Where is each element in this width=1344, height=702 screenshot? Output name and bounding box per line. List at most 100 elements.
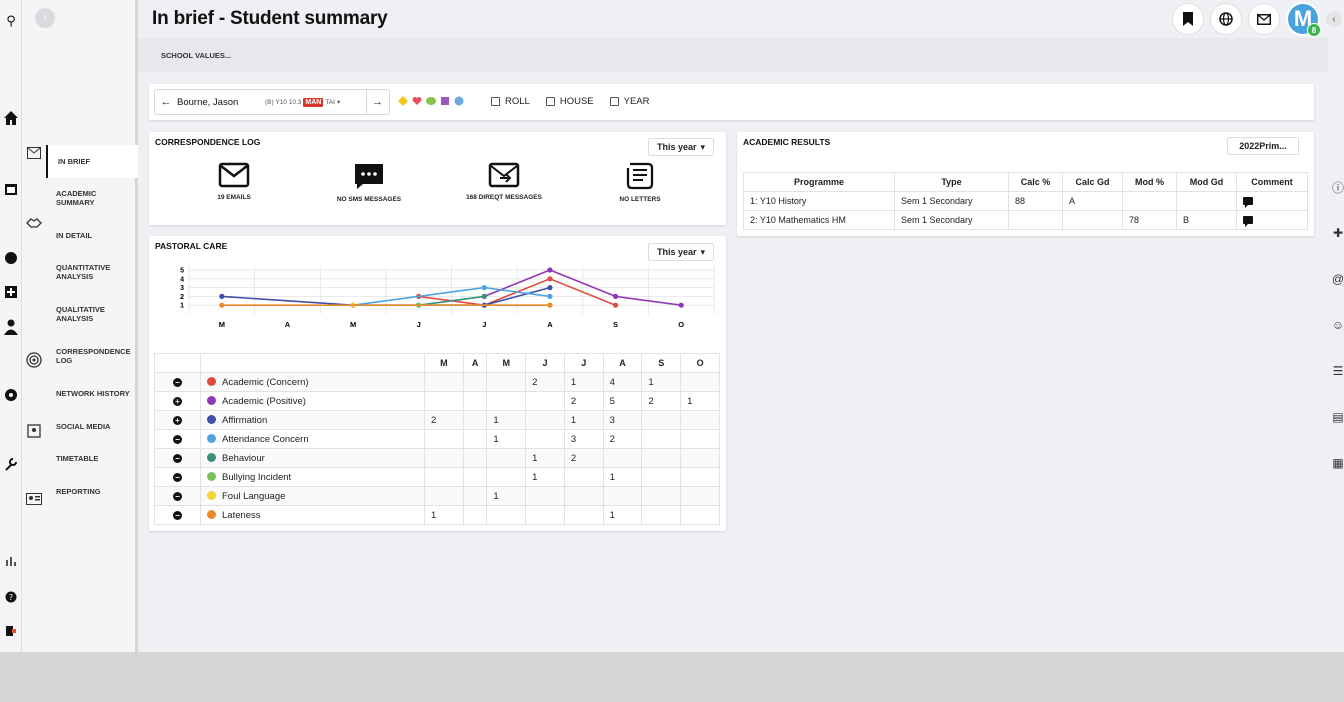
nav-item-quantitative-analysis[interactable]: QUANTITATIVE ANALYSIS: [56, 263, 136, 281]
year-checkbox[interactable]: YEAR: [609, 96, 650, 107]
category-name: Attendance Concern: [222, 433, 309, 445]
info-icon[interactable]: ⓘ: [1330, 179, 1344, 195]
news-icon[interactable]: ▦: [1330, 455, 1344, 471]
data-point[interactable]: [547, 276, 553, 282]
table-row[interactable]: 2: Y10 Mathematics HM Sem 1 Secondary 78…: [743, 210, 1308, 230]
period-dropdown[interactable]: This year ▾: [648, 243, 715, 261]
home-icon[interactable]: [2, 109, 20, 127]
student-info: (B) Y10 10.3 MAN TAI ▾: [265, 97, 341, 107]
expand-icon[interactable]: +: [173, 415, 182, 425]
help-icon[interactable]: ?: [2, 588, 20, 606]
table-row[interactable]: − Behaviour 1 2: [154, 448, 720, 468]
table-row[interactable]: − Lateness 1 1: [154, 505, 720, 525]
collapse-icon[interactable]: −: [173, 434, 182, 444]
house-checkbox[interactable]: HOUSE: [545, 96, 594, 107]
collapse-sidebar-button[interactable]: ›: [35, 8, 55, 28]
exit-icon[interactable]: [2, 622, 20, 640]
chart-icon[interactable]: [2, 552, 20, 570]
data-point[interactable]: [219, 302, 225, 308]
collapse-icon[interactable]: −: [173, 472, 182, 482]
medical-icon[interactable]: [2, 283, 20, 301]
month-count-cell: [462, 410, 488, 430]
mail-button[interactable]: [1248, 3, 1280, 35]
contact-icon[interactable]: ☺: [1330, 317, 1344, 333]
id-card-icon[interactable]: [24, 489, 44, 509]
search-icon[interactable]: ⚲: [2, 12, 20, 30]
data-point[interactable]: [612, 302, 619, 308]
checkbox-box[interactable]: [609, 97, 619, 106]
document-icon[interactable]: ▤: [1330, 409, 1344, 425]
nav-item-network-history[interactable]: NETWORK HISTORY: [56, 389, 136, 398]
table-row[interactable]: − Academic (Concern) 2 1 4 1: [154, 372, 720, 392]
comment-icon[interactable]: [1243, 216, 1253, 227]
sms-summary[interactable]: NO SMS MESSAGES: [309, 162, 429, 203]
period-dropdown[interactable]: This year ▾: [648, 138, 715, 156]
collapse-icon[interactable]: −: [173, 510, 182, 520]
nav-item-social-media[interactable]: SOCIAL MEDIA: [56, 422, 136, 431]
nav-item-reporting[interactable]: REPORTING: [56, 487, 136, 496]
map-icon[interactable]: [24, 421, 44, 441]
letters-summary[interactable]: NO LETTERS: [580, 162, 700, 203]
wrench-icon[interactable]: [2, 455, 20, 473]
globe-button[interactable]: [1210, 3, 1242, 35]
data-point[interactable]: [481, 285, 487, 291]
inbox-icon[interactable]: [24, 143, 44, 163]
collapse-icon[interactable]: −: [173, 377, 182, 387]
nav-item-in-detail[interactable]: IN DETAIL: [56, 231, 136, 240]
academic-year-button[interactable]: 2022Prim...: [1227, 137, 1299, 155]
data-point[interactable]: [547, 302, 553, 308]
data-point[interactable]: [612, 293, 619, 299]
month-count-cell: [462, 467, 488, 487]
direqt-summary[interactable]: 168 DIREQT MESSAGES: [444, 162, 564, 201]
collapse-icon[interactable]: −: [173, 453, 182, 463]
table-row[interactable]: − Foul Language 1: [154, 486, 720, 506]
school-values-link[interactable]: SCHOOL VALUES...: [161, 51, 231, 60]
student-picker[interactable]: ← Bourne, Jason (B) Y10 10.3 MAN TAI ▾: [154, 89, 390, 115]
list-icon[interactable]: ☰: [1330, 363, 1344, 379]
collapse-icon[interactable]: −: [173, 491, 182, 501]
bookmark-button[interactable]: [1172, 3, 1204, 35]
calendar-icon[interactable]: [2, 180, 20, 198]
nav-item-correspondence-log[interactable]: CORRESPONDENCE LOG: [56, 347, 136, 365]
person-icon[interactable]: [2, 318, 20, 336]
expand-icon[interactable]: +: [173, 396, 182, 406]
add-icon[interactable]: ✚: [1330, 225, 1344, 241]
handshake-icon[interactable]: [24, 213, 44, 233]
previous-student-arrow-icon[interactable]: ←: [155, 96, 177, 108]
data-point[interactable]: [547, 267, 553, 273]
gift-icon[interactable]: [2, 248, 20, 266]
checkbox-box[interactable]: [545, 97, 555, 106]
collapse-right-panel-button[interactable]: ‹: [1326, 11, 1342, 27]
user-avatar[interactable]: M 8: [1286, 2, 1321, 37]
y-tick-label: 2: [180, 294, 184, 301]
comment-icon[interactable]: [1243, 197, 1253, 208]
table-row[interactable]: + Academic (Positive) 2 5 2 1: [154, 391, 720, 411]
nav-item-timetable[interactable]: TIMETABLE: [56, 454, 136, 463]
table-row[interactable]: 1: Y10 History Sem 1 Secondary 88 A: [743, 191, 1308, 211]
nav-item-academic-summary[interactable]: ACADEMIC SUMMARY: [56, 189, 136, 207]
data-point[interactable]: [547, 293, 553, 299]
table-row[interactable]: + Affirmation 2 1 1 3: [154, 410, 720, 430]
chevron-down-icon: ▾: [336, 99, 341, 106]
data-point[interactable]: [219, 293, 225, 299]
next-student-arrow-icon[interactable]: →: [366, 89, 388, 115]
toggle-cell: −: [154, 448, 201, 468]
month-count-cell: [462, 372, 488, 392]
academic-results-card: ACADEMIC RESULTS 2022Prim... Programme T…: [737, 132, 1314, 236]
target-icon[interactable]: [24, 350, 44, 370]
globe-icon[interactable]: [2, 386, 20, 404]
month-count-cell: [525, 410, 565, 430]
nav-item-in-brief[interactable]: IN BRIEF: [46, 145, 138, 178]
data-point[interactable]: [547, 285, 553, 291]
at-icon[interactable]: @: [1330, 271, 1344, 287]
nav-item-qualitative-analysis[interactable]: QUALITATIVE ANALYSIS: [56, 305, 136, 323]
checkbox-box[interactable]: [491, 97, 500, 106]
table-row[interactable]: − Attendance Concern 1 3 2: [154, 429, 720, 449]
month-count-cell: [462, 391, 488, 411]
data-point[interactable]: [678, 302, 684, 308]
month-count-cell: [563, 505, 604, 525]
roll-checkbox[interactable]: ROLL: [491, 96, 530, 107]
data-point[interactable]: [481, 293, 487, 299]
emails-summary[interactable]: 19 EMAILS: [174, 162, 294, 201]
table-row[interactable]: − Bullying Incident 1 1: [154, 467, 720, 487]
